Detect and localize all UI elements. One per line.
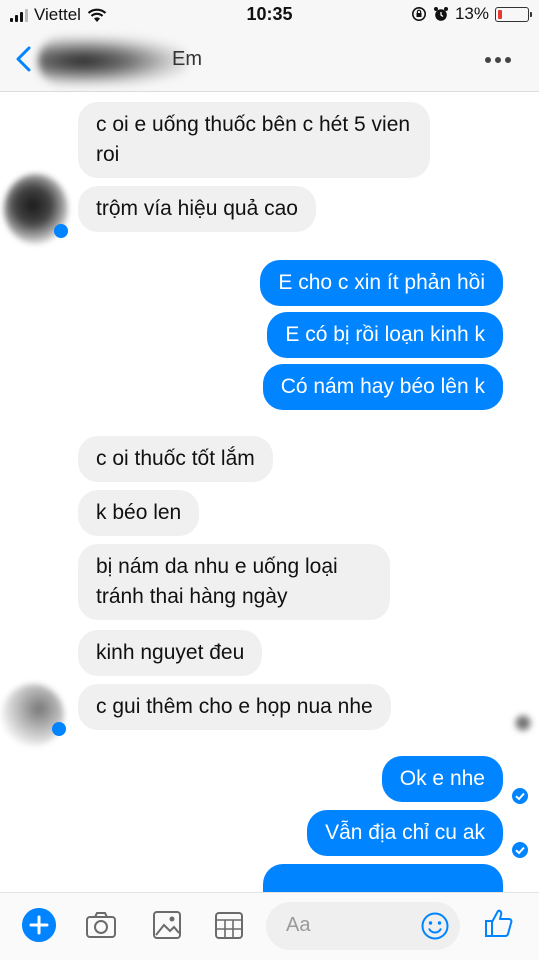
sent-check-icon: [512, 788, 528, 804]
sticker-icon[interactable]: [212, 908, 246, 942]
plus-icon[interactable]: [22, 908, 56, 942]
emoji-icon[interactable]: [420, 911, 450, 941]
chevron-left-icon[interactable]: [10, 44, 40, 74]
alarm-icon: [433, 7, 448, 21]
battery-percent: 13%: [454, 4, 489, 23]
messenger-badge-icon: [54, 224, 68, 238]
message-bubble-outgoing[interactable]: E cho c xin ít phản hồi: [260, 260, 503, 306]
message-bubble-incoming[interactable]: trộm vía hiệu quả cao: [78, 186, 316, 232]
sent-check-icon: [512, 842, 528, 858]
message-bubble-outgoing[interactable]: Vẫn địa chỉ cu ak: [307, 810, 503, 856]
message-input-placeholder: Aa: [286, 914, 311, 936]
message-bubble-outgoing-partial[interactable]: [263, 864, 503, 892]
composer-bar: Aa: [0, 892, 539, 960]
like-icon[interactable]: [482, 906, 516, 940]
message-bubble-incoming[interactable]: c oi e uống thuốc bên c hét 5 vien roi: [78, 102, 430, 178]
read-receipt-avatar: [514, 714, 532, 732]
message-bubble-outgoing[interactable]: E có bị rồi loạn kinh k: [267, 312, 503, 358]
message-bubble-incoming[interactable]: k béo len: [78, 490, 200, 536]
message-bubble-incoming[interactable]: bị nám da nhu e uống loại tránh thai hàn…: [78, 544, 390, 620]
messenger-badge-icon: [52, 722, 66, 736]
status-bar: Viettel 10:35 13%: [0, 0, 539, 30]
battery-icon: [495, 6, 532, 22]
message-bubble-outgoing[interactable]: Ok e nhe: [381, 756, 503, 802]
more-dots-icon[interactable]: [485, 57, 511, 63]
contact-name[interactable]: Em: [172, 48, 202, 71]
sender-avatar: [2, 684, 64, 746]
status-right: 13%: [411, 4, 532, 24]
message-bubble-incoming[interactable]: kinh nguyet đeu: [78, 630, 263, 676]
message-list[interactable]: c oi e uống thuốc bên c hét 5 vien roi t…: [0, 92, 539, 892]
message-bubble-incoming[interactable]: c oi thuốc tốt lắm: [78, 436, 273, 482]
rotation-lock-icon: [411, 7, 426, 21]
message-input[interactable]: Aa: [266, 902, 460, 950]
conversation-header: Em: [0, 30, 539, 92]
contact-avatar[interactable]: [38, 36, 188, 86]
message-bubble-outgoing[interactable]: Có nám hay béo lên k: [262, 364, 503, 410]
camera-icon[interactable]: [84, 908, 118, 942]
image-icon[interactable]: [150, 908, 184, 942]
message-bubble-incoming[interactable]: c gui thêm cho e họp nua nhe: [78, 684, 391, 730]
